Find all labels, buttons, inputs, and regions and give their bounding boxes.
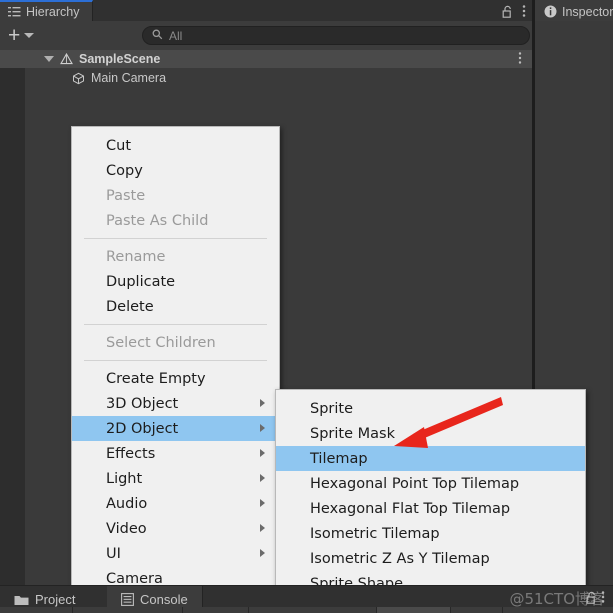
menu-item-label: Rename — [106, 248, 166, 265]
menu-item-audio[interactable]: Audio — [72, 491, 279, 516]
tab-project-label: Project — [35, 592, 76, 607]
hierarchy-row-main-camera[interactable]: Main Camera — [0, 69, 532, 87]
menu-item-label: 3D Object — [106, 395, 179, 412]
menu-item-label: Effects — [106, 445, 156, 462]
menu-item-cut[interactable]: Cut — [72, 133, 279, 158]
menu-item-label: Hexagonal Point Top Tilemap — [310, 475, 520, 492]
chevron-right-icon — [260, 424, 265, 432]
hierarchy-gutter — [0, 50, 25, 585]
menu-item-label: Delete — [106, 298, 154, 315]
hierarchy-context-menu[interactable]: Cut Copy Paste Paste As Child Rename Dup… — [71, 126, 280, 598]
submenu-item-sprite-mask[interactable]: Sprite Mask — [276, 421, 585, 446]
unity-scene-icon — [60, 52, 73, 66]
submenu-item-tilemap[interactable]: Tilemap — [276, 446, 585, 471]
kebab-menu-icon[interactable] — [522, 4, 526, 18]
menu-item-label: Duplicate — [106, 273, 176, 290]
menu-item-video[interactable]: Video — [72, 516, 279, 541]
submenu-item-isometric-z-as-y-tilemap[interactable]: Isometric Z As Y Tilemap — [276, 546, 585, 571]
bottom-status-strip — [0, 607, 613, 613]
menu-item-copy[interactable]: Copy — [72, 158, 279, 183]
menu-item-rename: Rename — [72, 244, 279, 269]
menu-item-label: Light — [106, 470, 143, 487]
submenu-item-isometric-tilemap[interactable]: Isometric Tilemap — [276, 521, 585, 546]
chevron-right-icon — [260, 524, 265, 532]
tab-inspector[interactable]: Inspector — [535, 0, 613, 21]
menu-item-label: Isometric Z As Y Tilemap — [310, 550, 490, 567]
menu-item-label: Hexagonal Flat Top Tilemap — [310, 500, 511, 517]
submenu-item-hexagonal-point-top-tilemap[interactable]: Hexagonal Point Top Tilemap — [276, 471, 585, 496]
menu-item-ui[interactable]: UI — [72, 541, 279, 566]
console-icon — [121, 593, 134, 606]
hierarchy-list-icon — [8, 6, 21, 18]
menu-separator — [84, 238, 267, 239]
menu-item-select-children: Select Children — [72, 330, 279, 355]
search-input-placeholder: All — [169, 28, 183, 43]
chevron-right-icon — [260, 449, 265, 457]
submenu-item-hexagonal-flat-top-tilemap[interactable]: Hexagonal Flat Top Tilemap — [276, 496, 585, 521]
menu-item-label: Isometric Tilemap — [310, 525, 440, 542]
tab-console-label: Console — [140, 592, 188, 607]
add-gameobject-button[interactable]: + — [8, 24, 35, 47]
search-input[interactable]: All — [142, 26, 530, 45]
menu-separator — [84, 360, 267, 361]
hierarchy-row-label: SampleScene — [79, 52, 161, 66]
status-segment — [450, 607, 502, 613]
chevron-right-icon — [260, 474, 265, 482]
plus-icon: + — [8, 24, 21, 47]
chevron-right-icon — [260, 399, 265, 407]
2d-object-submenu[interactable]: Sprite Sprite Mask Tilemap Hexagonal Poi… — [275, 389, 586, 603]
expand-triangle-icon[interactable] — [44, 56, 54, 62]
menu-item-create-empty[interactable]: Create Empty — [72, 366, 279, 391]
menu-item-light[interactable]: Light — [72, 466, 279, 491]
chevron-right-icon — [260, 549, 265, 557]
watermark: @51CTO博客 — [509, 590, 605, 608]
status-segment — [376, 607, 450, 613]
folder-icon — [14, 594, 29, 606]
menu-item-2d-object[interactable]: 2D Object — [72, 416, 279, 441]
menu-item-label: Paste As Child — [106, 212, 209, 229]
status-segment — [502, 607, 562, 613]
menu-item-label: 2D Object — [106, 420, 179, 437]
menu-item-label: Cut — [106, 137, 131, 154]
menu-item-label: Video — [106, 520, 147, 537]
menu-item-delete[interactable]: Delete — [72, 294, 279, 319]
hierarchy-panel-controls — [502, 2, 526, 20]
menu-item-label: UI — [106, 545, 121, 562]
tab-hierarchy[interactable]: Hierarchy — [0, 0, 93, 21]
status-segment — [182, 607, 248, 613]
menu-item-effects[interactable]: Effects — [72, 441, 279, 466]
scene-kebab-menu-icon[interactable] — [518, 51, 522, 68]
tab-inspector-label: Inspector — [562, 4, 613, 19]
hierarchy-row-label: Main Camera — [91, 71, 167, 85]
menu-item-label: Paste — [106, 187, 146, 204]
gameobject-cube-icon — [72, 72, 85, 85]
hierarchy-row-sample-scene[interactable]: SampleScene — [0, 50, 532, 68]
menu-item-label: Select Children — [106, 334, 216, 351]
lock-open-icon[interactable] — [502, 5, 513, 18]
menu-item-paste: Paste — [72, 183, 279, 208]
menu-item-label: Audio — [106, 495, 148, 512]
menu-separator — [84, 324, 267, 325]
search-icon — [152, 27, 163, 45]
menu-item-label: Create Empty — [106, 370, 206, 387]
menu-item-label: Tilemap — [310, 450, 368, 467]
menu-item-label: Sprite Mask — [310, 425, 395, 442]
menu-item-3d-object[interactable]: 3D Object — [72, 391, 279, 416]
unity-editor-window: Hierarchy + All SampleScene Main Camera … — [0, 0, 613, 613]
menu-item-duplicate[interactable]: Duplicate — [72, 269, 279, 294]
hierarchy-toolbar: + All — [0, 21, 532, 50]
tab-hierarchy-label: Hierarchy — [26, 4, 80, 19]
chevron-right-icon — [260, 499, 265, 507]
status-segment — [248, 607, 376, 613]
menu-item-label: Copy — [106, 162, 143, 179]
info-circle-icon — [544, 5, 557, 18]
menu-item-paste-as-child: Paste As Child — [72, 208, 279, 233]
menu-item-label: Sprite — [310, 400, 354, 417]
status-segment — [72, 607, 182, 613]
hierarchy-tabbar: Hierarchy — [0, 0, 532, 21]
chevron-down-icon — [24, 33, 35, 38]
submenu-item-sprite[interactable]: Sprite — [276, 396, 585, 421]
